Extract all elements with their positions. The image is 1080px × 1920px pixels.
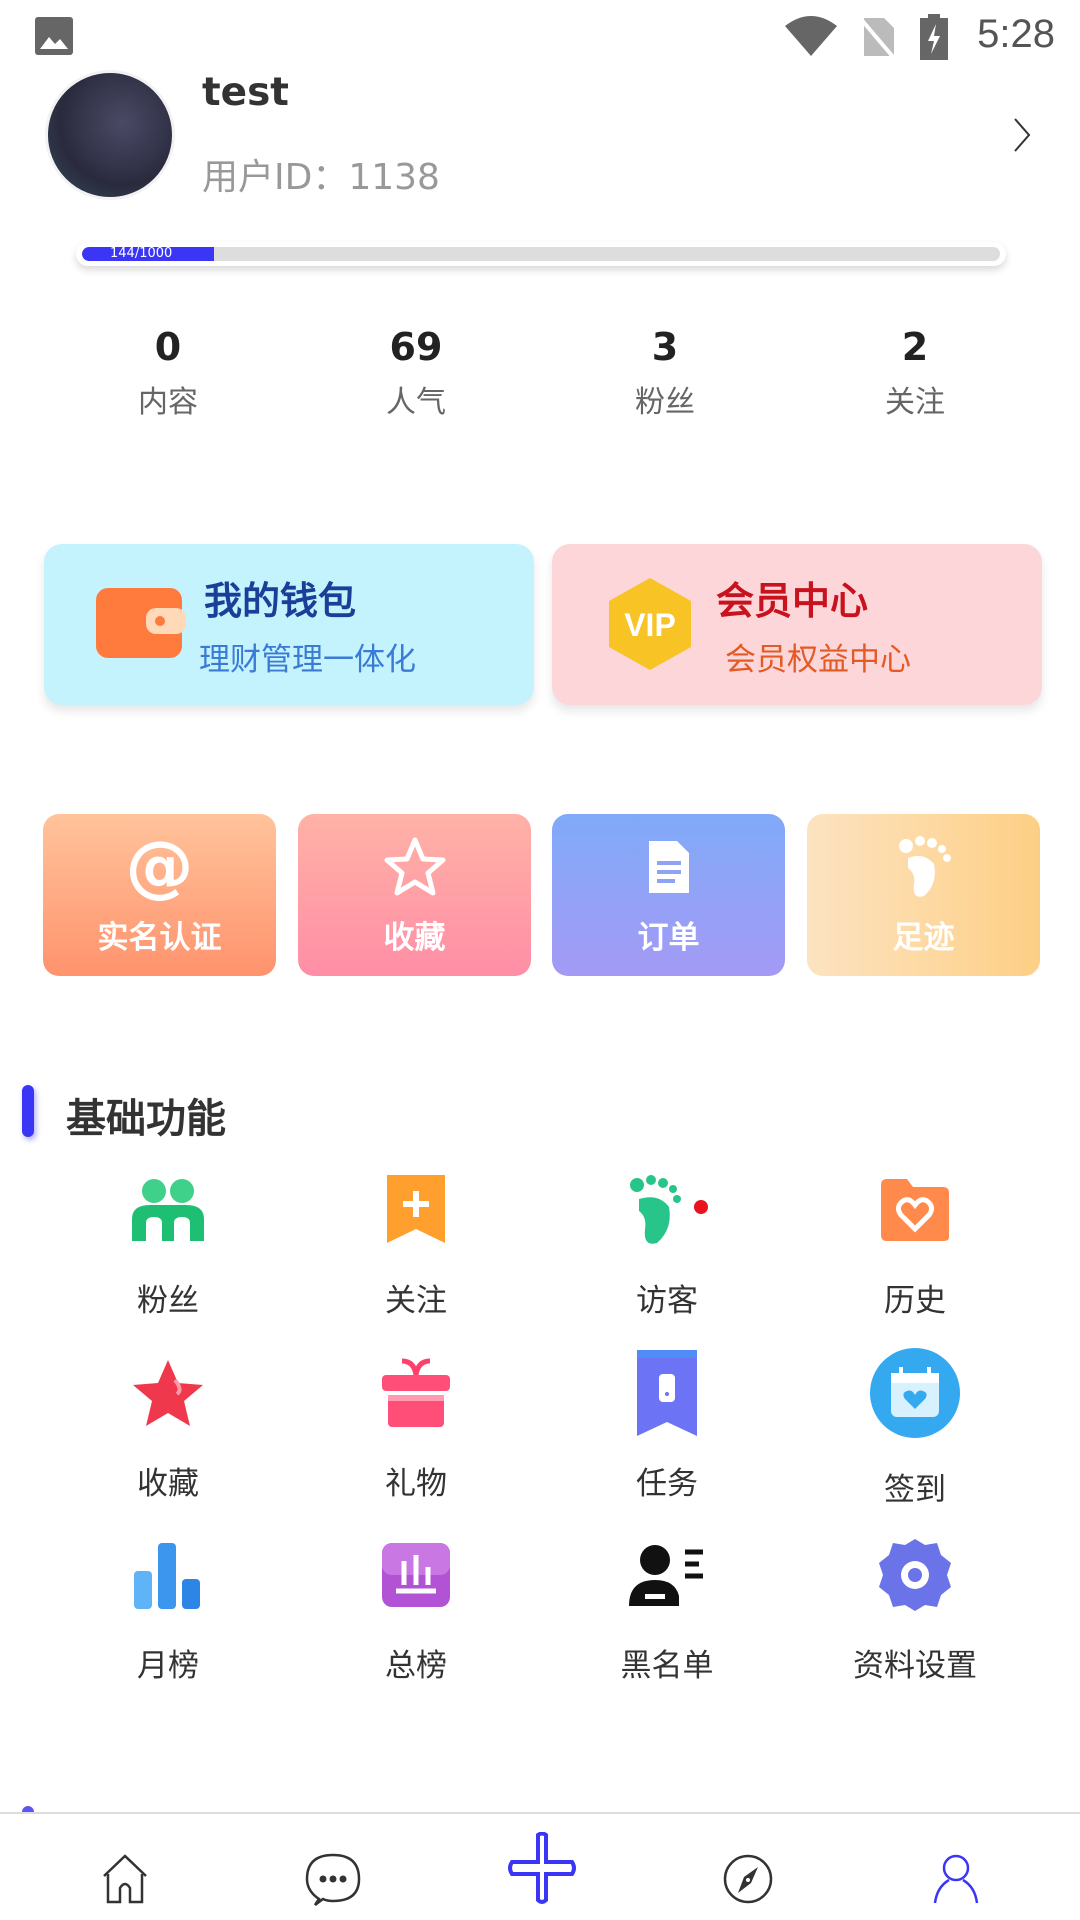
status-time: 5:28 — [977, 12, 1055, 56]
discover-icon — [723, 1854, 773, 1904]
progress-fill: 144/1000 — [82, 247, 215, 261]
stat-popularity[interactable]: 69 人气 — [316, 325, 516, 421]
vip-subtitle: 会员权益中心 — [725, 642, 911, 678]
nav-home[interactable] — [90, 1844, 160, 1914]
grid-item-profile-settings[interactable]: 资料设置 — [815, 1530, 1015, 1685]
grid-item-task[interactable]: 任务 — [567, 1348, 767, 1503]
profile-settings-icon — [815, 1530, 1015, 1620]
add-icon — [508, 1832, 576, 1904]
stat-value: 2 — [901, 325, 929, 369]
follow-icon — [316, 1165, 516, 1255]
stat-label: 内容 — [138, 385, 198, 420]
nav-messages[interactable] — [298, 1844, 368, 1914]
stat-value: 0 — [154, 325, 182, 369]
stat-following[interactable]: 2 关注 — [815, 325, 1015, 421]
chevron-right-icon[interactable] — [1010, 115, 1034, 155]
wallet-subtitle: 理财管理一体化 — [199, 642, 416, 678]
footprint-icon — [898, 836, 951, 897]
vip-card[interactable]: VIP 会员中心 会员权益中心 — [552, 544, 1042, 705]
stat-value: 3 — [651, 325, 679, 369]
section-title: 基础功能 — [66, 1096, 226, 1142]
quick-label: 实名认证 — [97, 920, 222, 956]
message-icon — [305, 1853, 361, 1906]
stat-label: 关注 — [885, 385, 945, 420]
grid-item-checkin[interactable]: 签到 — [815, 1348, 1015, 1509]
quick-label: 收藏 — [383, 920, 446, 956]
grid-item-label: 月榜 — [137, 1648, 199, 1684]
section-marker — [22, 1085, 34, 1137]
grid-item-blacklist[interactable]: 黑名单 — [567, 1530, 767, 1685]
grid-item-label: 黑名单 — [620, 1648, 714, 1684]
verify-button[interactable]: @ 实名认证 — [43, 814, 276, 976]
vip-title: 会员中心 — [716, 579, 869, 623]
history-icon — [815, 1165, 1015, 1255]
grid-item-monthly-rank[interactable]: 月榜 — [68, 1530, 268, 1685]
orders-button[interactable]: 订单 — [552, 814, 785, 976]
image-icon — [35, 17, 73, 55]
grid-item-label: 收藏 — [137, 1466, 199, 1502]
grid-item-label: 访客 — [636, 1283, 698, 1319]
total-rank-icon — [316, 1530, 516, 1620]
grid-item-label: 总榜 — [385, 1648, 447, 1684]
level-progress-bar: 144/1000 — [76, 242, 1006, 266]
bottom-nav — [0, 1812, 1080, 1920]
grid-item-total-rank[interactable]: 总榜 — [316, 1530, 516, 1685]
stat-label: 人气 — [386, 385, 446, 420]
wallet-card[interactable]: 我的钱包 理财管理一体化 — [44, 544, 534, 705]
avatar[interactable] — [45, 70, 175, 200]
grid-item-label: 历史 — [884, 1283, 946, 1319]
grid-item-label: 礼物 — [385, 1466, 447, 1502]
checkin-icon — [815, 1348, 1015, 1438]
no-sim-icon — [858, 16, 896, 58]
grid-item-favorite[interactable]: 收藏 — [68, 1348, 268, 1503]
grid-item-label: 任务 — [636, 1466, 698, 1502]
visitor-icon — [567, 1165, 767, 1255]
stat-content[interactable]: 0 内容 — [68, 325, 268, 421]
grid-item-follow[interactable]: 关注 — [316, 1165, 516, 1320]
svg-text:VIP: VIP — [624, 607, 676, 643]
grid-item-fans[interactable]: 粉丝 — [68, 1165, 268, 1320]
grid-item-label: 粉丝 — [137, 1283, 199, 1319]
wallet-icon — [96, 588, 186, 658]
star-icon — [384, 837, 445, 896]
user-id: 用户ID：1138 — [202, 157, 440, 198]
gift-icon — [316, 1348, 516, 1438]
stat-value: 69 — [389, 325, 443, 369]
nav-profile[interactable] — [921, 1844, 991, 1914]
monthly-rank-icon — [68, 1530, 268, 1620]
vip-icon: VIP — [609, 578, 691, 670]
footprint-button[interactable]: 足迹 — [807, 814, 1040, 976]
favorites-button[interactable]: 收藏 — [298, 814, 531, 976]
grid-item-gift[interactable]: 礼物 — [316, 1348, 516, 1503]
stat-fans[interactable]: 3 粉丝 — [565, 325, 765, 421]
task-icon — [567, 1348, 767, 1438]
fans-icon — [68, 1165, 268, 1255]
home-icon — [103, 1854, 147, 1904]
stat-label: 粉丝 — [635, 385, 695, 420]
wifi-icon — [785, 16, 837, 56]
wallet-title: 我的钱包 — [204, 579, 357, 623]
grid-item-visitor[interactable]: 访客 — [567, 1165, 767, 1320]
grid-item-label: 签到 — [884, 1472, 946, 1508]
nav-discover[interactable] — [713, 1844, 783, 1914]
grid-item-history[interactable]: 历史 — [815, 1165, 1015, 1320]
quick-label: 订单 — [637, 920, 700, 956]
favorite-icon — [68, 1348, 268, 1438]
quick-label: 足迹 — [892, 920, 955, 956]
document-icon — [648, 841, 689, 893]
nav-add[interactable] — [506, 1832, 578, 1904]
grid-item-label: 资料设置 — [853, 1648, 977, 1684]
profile-icon — [933, 1854, 979, 1904]
username: test — [202, 70, 289, 115]
at-icon: @ — [125, 827, 194, 906]
grid-item-label: 关注 — [385, 1283, 447, 1319]
battery-charging-icon — [920, 14, 948, 60]
blacklist-icon — [567, 1530, 767, 1620]
status-bar: 5:28 — [0, 0, 1080, 73]
